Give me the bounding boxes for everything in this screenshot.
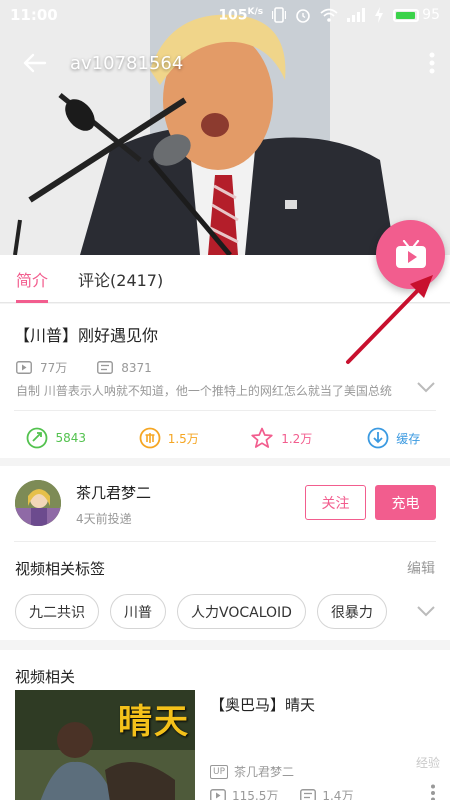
coin-yuan-icon [139,427,161,449]
tab-intro[interactable]: 简介 [16,255,49,303]
chevron-down-icon[interactable] [416,380,436,394]
tab-comments[interactable]: 评论(2417) [78,255,163,303]
video-frame-illustration [0,0,450,255]
play-count-icon [210,789,226,800]
tag-chip[interactable]: 川普 [110,594,166,629]
download-icon [367,427,389,449]
favorite-count: 1.2万 [281,431,313,446]
chevron-down-icon[interactable] [416,604,436,618]
related-stats: 115.5万 1.4万 [210,787,353,800]
status-time: 11:00 [10,6,58,24]
uploader-name[interactable]: 茶几君梦二 [76,482,151,503]
related-danmaku-count: 1.4万 [322,789,354,800]
tags-heading: 视频相关标签 [15,560,106,578]
alarm-icon [296,9,310,23]
more-vertical-icon [429,52,435,74]
arrow-left-icon [23,53,47,73]
danmaku-count: 8371 [121,360,152,375]
play-count: 77万 [40,361,68,375]
video-title: 【川普】刚好遇见你 [14,326,159,345]
tv-play-icon [395,239,426,268]
tags-edit-button[interactable]: 编辑 [407,558,435,578]
up-badge: UP [210,764,229,779]
star-icon [251,427,273,448]
related-heading: 视频相关 [15,668,76,686]
network-speed-unit: K/s [247,6,264,17]
network-speed-value: 105 [218,7,248,24]
danmaku-icon [97,361,114,374]
watermark: 经验 [415,756,440,770]
more-options-button[interactable] [414,40,450,86]
coin-count: 5843 [55,431,87,445]
yuan-coin-button[interactable]: 1.5万 [113,418,226,458]
favorite-button[interactable]: 1.2万 [225,418,338,458]
avatar[interactable] [15,480,61,526]
related-uploader: UP 茶几君梦二 [210,763,294,780]
tag-chip[interactable]: 很暴力 [316,594,387,629]
yuan-coin-count: 1.5万 [167,431,199,446]
signal-icon [347,8,366,22]
battery-icon: 95 [393,7,440,23]
coin-icon [27,427,48,449]
charge-button[interactable]: 充电 [375,485,436,520]
video-player[interactable]: 11:00 105K/s 95 av10781564 [0,0,450,255]
video-top-bar: av10781564 [0,40,450,86]
related-play-count: 115.5万 [232,789,279,800]
tag-list: 九二共识 川普 人力VOCALOID 很暴力 [15,594,387,629]
uploader-card: 茶几君梦二 4天前投递 关注 充电 视频相关标签 编辑 九二共识 川普 人力VO… [0,466,450,640]
status-bar: 11:00 105K/s 95 [0,0,450,30]
coin-button[interactable]: 5843 [0,418,113,458]
battery-body [393,8,420,22]
back-button[interactable] [0,40,70,86]
wifi-icon [320,8,338,22]
cache-button[interactable]: 缓存 [338,418,450,458]
danmaku-icon [300,789,317,800]
battery-percent: 95 [422,7,440,23]
video-id-title: av10781564 [70,52,184,74]
annotation-arrow [346,275,433,364]
vibrate-icon [272,7,287,23]
video-stats: 77万 8371 [16,359,152,376]
action-bar: 5843 1.5万 1.2万 缓存 [0,418,450,458]
related-video-title[interactable]: 【奥巴马】晴天 [210,694,315,715]
network-speed: 105K/s [218,7,263,24]
tag-chip[interactable]: 人力VOCALOID [177,594,306,629]
cache-label: 缓存 [396,431,421,446]
divider [14,410,436,411]
thumbnail-caption: 晴天 [118,702,190,742]
charging-icon [375,7,384,23]
play-count-icon [16,361,32,374]
divider [14,541,436,542]
related-video-thumbnail[interactable]: 晴天 [15,690,195,800]
tag-chip[interactable]: 九二共识 [15,594,99,629]
follow-button[interactable]: 关注 [305,485,366,520]
battery-fill [396,11,416,19]
avatar-image [15,480,61,526]
post-time: 4天前投递 [76,512,132,526]
video-description: 自制 川普表示人呐就不知道，他一个推特上的网红怎么就当了美国总统 [16,384,392,398]
related-uploader-name: 茶几君梦二 [234,765,295,779]
related-videos-card: 视频相关 晴天 【奥巴马】晴天 UP 茶几君梦二 115.5万 1.4万 经验 [0,650,450,800]
more-vertical-icon[interactable] [430,784,436,800]
